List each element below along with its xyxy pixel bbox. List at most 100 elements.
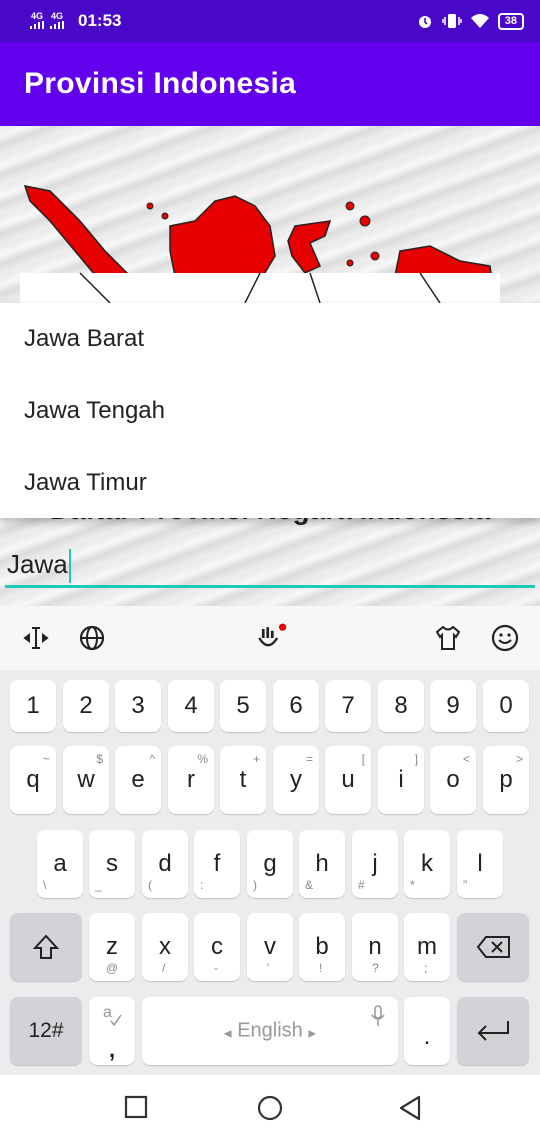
key-w[interactable]: $ w <box>63 746 109 814</box>
network-type-2: 4G <box>50 10 63 21</box>
autocomplete-dropdown: Jawa Barat Jawa Tengah Jawa Timur <box>0 303 540 518</box>
key-sub-label: ) <box>253 878 257 892</box>
key-4[interactable]: 4 <box>168 680 214 732</box>
key-label: a <box>53 850 67 877</box>
period-key[interactable]: . <box>404 997 450 1065</box>
key-label: 0 <box>499 692 513 719</box>
key-n[interactable]: ? n <box>352 913 398 981</box>
key-a[interactable]: \ a <box>37 830 83 898</box>
home-icon[interactable] <box>257 1095 283 1121</box>
key-r[interactable]: % r <box>168 746 214 814</box>
key-j[interactable]: # j <box>352 830 398 898</box>
key-label: 3 <box>131 692 145 719</box>
key-sub-label: ^ <box>149 752 155 766</box>
key-f[interactable]: :f <box>194 830 240 898</box>
recent-apps-icon[interactable] <box>124 1095 148 1119</box>
emoji-keyboard-icon[interactable] <box>252 620 288 656</box>
dropdown-item-jawa-tengah[interactable]: Jawa Tengah <box>0 375 540 447</box>
key-2[interactable]: 2 <box>63 680 109 732</box>
key-0[interactable]: 0 <box>483 680 529 732</box>
theme-shirt-icon[interactable] <box>430 620 466 656</box>
key-x[interactable]: / x <box>142 913 188 981</box>
input-value: Jawa <box>7 549 68 579</box>
key-sub-label: @ <box>106 961 119 975</box>
key-sub-label: = <box>305 752 313 766</box>
enter-icon <box>477 1021 509 1041</box>
app-title: Provinsi Indonesia <box>24 67 297 100</box>
key-label: c <box>211 933 223 960</box>
key-label: s <box>106 850 118 877</box>
key-m[interactable]: ; m <box>404 913 450 981</box>
key-c[interactable]: -c <box>194 913 240 981</box>
key-sub-label: ! <box>319 961 323 975</box>
key-t[interactable]: + t <box>220 746 266 814</box>
key-label: g <box>263 850 277 877</box>
backspace-key[interactable] <box>457 913 529 981</box>
key-label: 7 <box>341 692 355 719</box>
microphone-icon <box>371 1005 385 1026</box>
key-sub-label: _ <box>95 878 102 892</box>
key-sub-label: ? <box>372 961 379 975</box>
key-label: x <box>159 933 171 960</box>
key-sub-label: * <box>410 878 415 892</box>
key-sub-label: % <box>197 752 208 766</box>
shift-icon <box>32 934 60 959</box>
key-3[interactable]: 3 <box>115 680 161 732</box>
shift-key[interactable] <box>10 913 82 981</box>
key-i[interactable]: ] i <box>378 746 424 814</box>
key-6[interactable]: 6 <box>273 680 319 732</box>
enter-key[interactable] <box>457 997 529 1065</box>
alarm-icon <box>418 16 431 28</box>
key-label: . <box>423 1023 431 1050</box>
key-8[interactable]: 8 <box>378 680 424 732</box>
dropdown-item-jawa-barat[interactable]: Jawa Barat <box>0 303 540 375</box>
key-y[interactable]: = y <box>273 746 319 814</box>
key-e[interactable]: ^ e <box>115 746 161 814</box>
key-label: t <box>239 766 247 793</box>
back-icon[interactable] <box>398 1095 422 1121</box>
text-cursor-tool-icon[interactable] <box>18 620 54 656</box>
key-z[interactable]: @ z <box>89 913 135 981</box>
key-label: z <box>106 933 118 960</box>
smiley-icon[interactable] <box>487 620 523 656</box>
key-label: 8 <box>394 692 408 719</box>
dropdown-item-jawa-timur[interactable]: Jawa Timur <box>0 447 540 519</box>
province-search-input[interactable]: Jawa <box>5 540 535 588</box>
vibrate-icon <box>442 14 462 28</box>
key-label: v <box>264 933 276 960</box>
key-p[interactable]: > p <box>483 746 529 814</box>
key-label: j <box>372 850 378 877</box>
key-k[interactable]: * k <box>404 830 450 898</box>
key-label: 2 <box>79 692 93 719</box>
space-key[interactable]: ◀ English ▶ <box>142 997 398 1065</box>
key-label: o <box>446 766 460 793</box>
key-label: 9 <box>446 692 460 719</box>
key-b[interactable]: ! b <box>299 913 345 981</box>
backspace-icon <box>476 936 510 958</box>
key-d[interactable]: (d <box>142 830 188 898</box>
key-u[interactable]: [u <box>325 746 371 814</box>
key-sub-label: / <box>162 961 166 975</box>
key-v[interactable]: ' v <box>247 913 293 981</box>
navigation-bar <box>0 1075 540 1140</box>
key-1[interactable]: 1 <box>10 680 56 732</box>
key-o[interactable]: < o <box>430 746 476 814</box>
key-g[interactable]: ) g <box>247 830 293 898</box>
key-label: i <box>398 766 404 793</box>
key-sub-label: : <box>200 878 204 892</box>
key-label: , <box>108 1037 116 1062</box>
key-label: 1 <box>26 692 40 719</box>
globe-icon[interactable] <box>74 620 110 656</box>
key-sub-label: " <box>463 878 468 892</box>
key-5[interactable]: 5 <box>220 680 266 732</box>
key-7[interactable]: 7 <box>325 680 371 732</box>
key-label: w <box>77 766 95 793</box>
battery-level: 38 <box>504 14 517 27</box>
key-q[interactable]: ~ q <box>10 746 56 814</box>
key-l[interactable]: " l <box>457 830 503 898</box>
key-9[interactable]: 9 <box>430 680 476 732</box>
key-h[interactable]: & h <box>299 830 345 898</box>
symbols-key[interactable]: 12# <box>10 997 82 1065</box>
comma-key[interactable]: a , <box>89 997 135 1065</box>
key-s[interactable]: _ s <box>89 830 135 898</box>
